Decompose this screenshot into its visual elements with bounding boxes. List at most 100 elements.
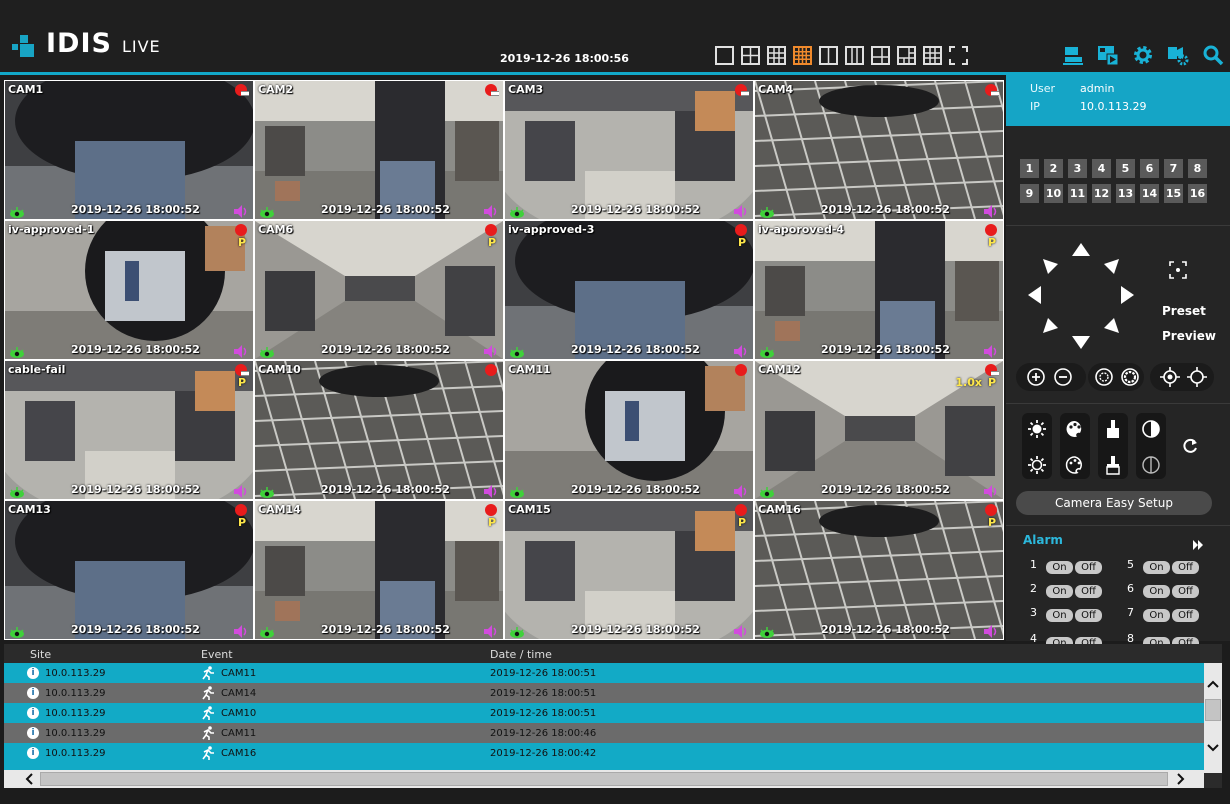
ptz-home-icon[interactable] xyxy=(1168,260,1188,280)
channel-button-14[interactable]: 14 xyxy=(1140,184,1159,203)
horizontal-scroll-thumb[interactable] xyxy=(40,772,1168,786)
iris-open-icon[interactable] xyxy=(1094,367,1114,387)
camera-tile[interactable]: CAM12 P 1.0x 2019-12-26 18:00:52 xyxy=(755,361,1003,499)
camera-tile[interactable]: CAM2 2019-12-26 18:00:52 xyxy=(255,81,503,219)
channel-button-3[interactable]: 3 xyxy=(1068,159,1087,178)
playback-icon[interactable] xyxy=(1097,44,1119,66)
column-event[interactable]: Event xyxy=(201,648,233,661)
camera-tile[interactable]: CAM16 P 2019-12-26 18:00:52 xyxy=(755,501,1003,639)
scroll-down-icon[interactable] xyxy=(1204,739,1222,757)
network-icon[interactable] xyxy=(1062,44,1084,66)
channel-button-16[interactable]: 16 xyxy=(1188,184,1207,203)
alarm-off-button[interactable]: Off xyxy=(1075,561,1102,574)
camera-tile[interactable]: CAM13 P 2019-12-26 18:00:52 xyxy=(5,501,253,639)
alarm-on-button[interactable]: On xyxy=(1046,609,1073,622)
ptz-downright-arrow[interactable] xyxy=(1104,318,1119,333)
contrast-up-icon[interactable] xyxy=(1141,419,1161,439)
layout-1plus-5-button[interactable] xyxy=(897,46,916,65)
alarm-on-button[interactable]: On xyxy=(1143,585,1170,598)
sharpness-up-icon[interactable] xyxy=(1103,419,1123,439)
channel-button-10[interactable]: 10 xyxy=(1044,184,1063,203)
ptz-upleft-arrow[interactable] xyxy=(1043,259,1058,274)
alarm-off-button[interactable]: Off xyxy=(1172,585,1199,598)
camera-tile[interactable]: CAM6 P 2019-12-26 18:00:52 xyxy=(255,221,503,359)
camera-tile[interactable]: iv-aporoved-4 P 2019-12-26 18:00:52 xyxy=(755,221,1003,359)
audio-icon[interactable] xyxy=(484,343,498,358)
settings-icon[interactable] xyxy=(1132,44,1154,66)
audio-icon[interactable] xyxy=(484,483,498,498)
channel-button-7[interactable]: 7 xyxy=(1164,159,1183,178)
scroll-right-icon[interactable] xyxy=(1172,770,1190,788)
fullscreen-button[interactable] xyxy=(949,46,968,65)
alarm-off-button[interactable]: Off xyxy=(1075,609,1102,622)
horizontal-scrollbar[interactable] xyxy=(4,770,1204,788)
channel-button-13[interactable]: 13 xyxy=(1116,184,1135,203)
ptz-up-arrow[interactable] xyxy=(1072,243,1090,256)
alarm-on-button[interactable]: On xyxy=(1046,561,1073,574)
alarm-on-button[interactable]: On xyxy=(1046,585,1073,598)
camera-tile[interactable]: iv-approved-3 P 2019-12-26 18:00:52 xyxy=(505,221,753,359)
channel-button-5[interactable]: 5 xyxy=(1116,159,1135,178)
audio-icon[interactable] xyxy=(984,623,998,638)
layout-1x1-button[interactable] xyxy=(715,46,734,65)
alarm-off-button[interactable]: Off xyxy=(1172,609,1199,622)
event-row[interactable]: i 10.0.113.29 CAM11 2019-12-26 18:00:51 xyxy=(4,663,1204,683)
ptz-right-arrow[interactable] xyxy=(1121,286,1134,304)
camera-tile[interactable]: CAM15 P 2019-12-26 18:00:52 xyxy=(505,501,753,639)
channel-button-2[interactable]: 2 xyxy=(1044,159,1063,178)
channel-button-1[interactable]: 1 xyxy=(1020,159,1039,178)
event-row[interactable]: i 10.0.113.29 CAM11 2019-12-26 18:00:46 xyxy=(4,723,1204,743)
column-site[interactable]: Site xyxy=(30,648,51,661)
alarm-on-button[interactable]: On xyxy=(1143,609,1170,622)
audio-icon[interactable] xyxy=(984,343,998,358)
ptz-upright-arrow[interactable] xyxy=(1104,259,1119,274)
audio-icon[interactable] xyxy=(484,623,498,638)
alarm-off-button[interactable]: Off xyxy=(1172,561,1199,574)
color-down-icon[interactable] xyxy=(1065,455,1085,475)
camera-tile[interactable]: CAM1 2019-12-26 18:00:52 xyxy=(5,81,253,219)
camera-tile[interactable]: CAM11 2019-12-26 18:00:52 xyxy=(505,361,753,499)
contrast-down-icon[interactable] xyxy=(1141,455,1161,475)
camera-tile[interactable]: CAM3 2019-12-26 18:00:52 xyxy=(505,81,753,219)
layout-3x3-button[interactable] xyxy=(767,46,786,65)
audio-icon[interactable] xyxy=(234,483,248,498)
zoom-out-icon[interactable] xyxy=(1053,367,1073,387)
brightness-down-icon[interactable] xyxy=(1027,455,1047,475)
zoom-in-icon[interactable] xyxy=(1026,367,1046,387)
alarm-off-button[interactable]: Off xyxy=(1075,585,1102,598)
scroll-left-icon[interactable] xyxy=(20,770,38,788)
iris-close-icon[interactable] xyxy=(1120,367,1140,387)
fast-forward-icon[interactable] xyxy=(1193,535,1204,550)
audio-icon[interactable] xyxy=(734,623,748,638)
preset-button[interactable]: Preset xyxy=(1162,304,1206,318)
camera-tile[interactable]: CAM4 2019-12-26 18:00:52 xyxy=(755,81,1003,219)
camera-setup-icon[interactable] xyxy=(1167,44,1189,66)
audio-icon[interactable] xyxy=(484,203,498,218)
channel-button-12[interactable]: 12 xyxy=(1092,184,1111,203)
camera-tile[interactable]: CAM10 2019-12-26 18:00:52 xyxy=(255,361,503,499)
camera-tile[interactable]: CAM14 P 2019-12-26 18:00:52 xyxy=(255,501,503,639)
audio-icon[interactable] xyxy=(734,343,748,358)
vertical-scrollbar[interactable] xyxy=(1204,663,1222,773)
layout-1plus-7-button[interactable] xyxy=(923,46,942,65)
event-row[interactable]: i 10.0.113.29 CAM16 2019-12-26 18:00:42 xyxy=(4,743,1204,763)
reset-icon[interactable] xyxy=(1180,436,1200,456)
audio-icon[interactable] xyxy=(234,203,248,218)
event-row-partial[interactable] xyxy=(4,763,1204,770)
focus-near-icon[interactable] xyxy=(1160,367,1180,387)
channel-button-15[interactable]: 15 xyxy=(1164,184,1183,203)
event-row[interactable]: i 10.0.113.29 CAM14 2019-12-26 18:00:51 xyxy=(4,683,1204,703)
audio-icon[interactable] xyxy=(984,203,998,218)
channel-button-8[interactable]: 8 xyxy=(1188,159,1207,178)
scroll-up-icon[interactable] xyxy=(1204,675,1222,693)
camera-tile[interactable]: iv-approved-1 P 2019-12-26 18:00:52 xyxy=(5,221,253,359)
camera-easy-setup-button[interactable]: Camera Easy Setup xyxy=(1016,491,1212,515)
channel-button-9[interactable]: 9 xyxy=(1020,184,1039,203)
audio-icon[interactable] xyxy=(734,203,748,218)
camera-tile[interactable]: cable-fail P 2019-12-26 18:00:52 xyxy=(5,361,253,499)
sharpness-down-icon[interactable] xyxy=(1103,455,1123,475)
layout-2x2-button[interactable] xyxy=(741,46,760,65)
layout-4x4-button[interactable] xyxy=(793,46,812,65)
ptz-downleft-arrow[interactable] xyxy=(1043,318,1058,333)
channel-button-4[interactable]: 4 xyxy=(1092,159,1111,178)
